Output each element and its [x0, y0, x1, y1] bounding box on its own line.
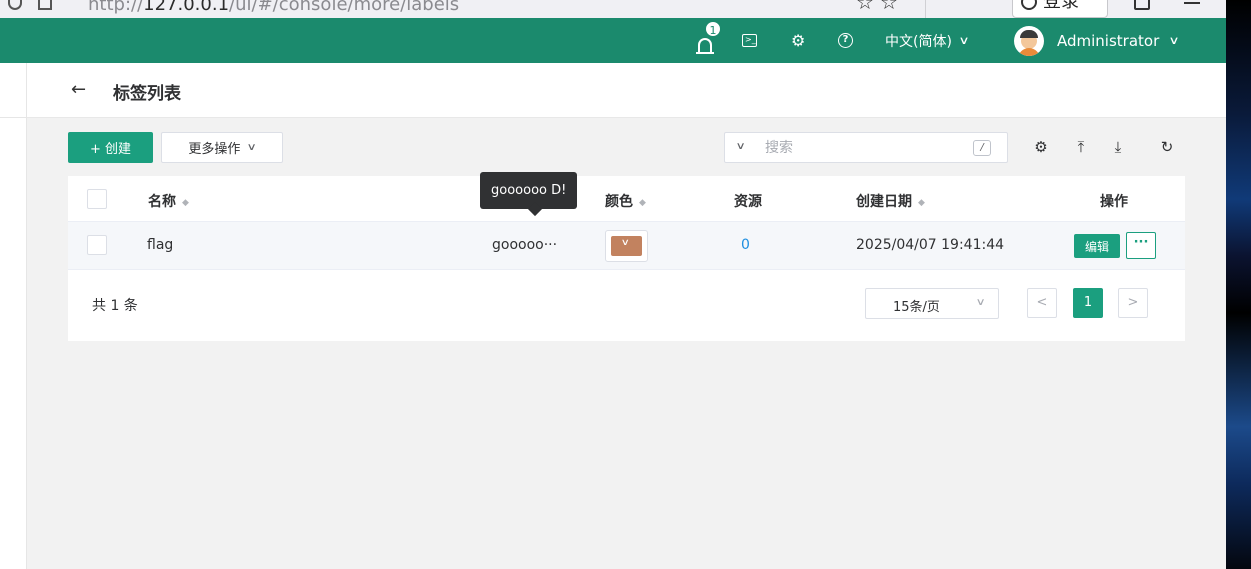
url-path: /ui/#/console/more/labels: [229, 0, 460, 15]
search-input[interactable]: [765, 137, 965, 159]
color-picker[interactable]: ∨: [605, 230, 648, 262]
avatar: [1014, 25, 1044, 56]
browser-login-button[interactable]: 登录: [1012, 0, 1108, 18]
username: Administrator: [1057, 31, 1160, 50]
resource-count-link[interactable]: 0: [741, 237, 750, 253]
prev-page-button[interactable]: <: [1027, 288, 1057, 318]
table-header: 名称◆ 描 颜色◆ 资源 创建日期◆ 操作: [68, 176, 1185, 222]
next-page-button[interactable]: >: [1118, 288, 1148, 318]
label-name: flag: [147, 237, 174, 253]
create-label: + 创建: [89, 142, 132, 157]
sidebar: [0, 63, 27, 569]
row-checkbox[interactable]: [87, 235, 107, 255]
tooltip: goooooo D!: [480, 172, 578, 209]
address-bar-divider: [925, 0, 926, 18]
created-date: 2025/04/07 19:41:44: [856, 237, 1005, 253]
notification-button[interactable]: 1: [696, 18, 722, 63]
bookmark-star-icon[interactable]: ☆: [856, 0, 874, 14]
more-actions-label: 更多操作: [188, 142, 241, 157]
labels-table: 名称◆ 描 颜色◆ 资源 创建日期◆ 操作 flag gooooo··· ∨ 0…: [68, 176, 1185, 341]
table-row[interactable]: flag gooooo··· ∨ 0 2025/04/07 19:41:44 编…: [68, 222, 1185, 270]
page-info-icon[interactable]: [38, 0, 52, 10]
column-header-resources: 资源: [734, 194, 762, 210]
gear-icon: ⚙: [791, 31, 806, 50]
column-settings-icon[interactable]: ⚙: [1031, 138, 1051, 156]
chevron-down-icon: ∨: [620, 238, 630, 248]
page-number-button[interactable]: 1: [1073, 288, 1103, 318]
download-icon[interactable]: ⤓: [1108, 138, 1128, 156]
account-icon: [1021, 0, 1037, 10]
page-title: 标签列表: [113, 84, 181, 104]
app-header: 1 >_ ⚙ ? 中文(简体) ∨ Administrator ∨: [0, 18, 1226, 63]
chevron-down-icon: ∨: [975, 297, 986, 308]
menu-icon[interactable]: [1184, 2, 1200, 4]
address-bar[interactable]: http://127.0.0.1/ui/#/console/more/label…: [88, 0, 459, 15]
help-button[interactable]: ?: [838, 18, 853, 63]
column-header-created[interactable]: 创建日期 ◆: [856, 191, 925, 211]
upload-icon[interactable]: ⤒: [1071, 138, 1091, 156]
url-prefix: http://: [88, 0, 144, 15]
page-size-label: 15条/页: [893, 300, 940, 315]
more-options-button[interactable]: ···: [1126, 232, 1156, 259]
total-count: 共 1 条: [92, 298, 138, 314]
shield-icon[interactable]: [8, 0, 22, 10]
create-button[interactable]: + 创建: [68, 132, 153, 163]
browser-toolbar: http://127.0.0.1/ui/#/console/more/label…: [0, 0, 1226, 18]
refresh-icon[interactable]: ↻: [1157, 138, 1177, 156]
terminal-button[interactable]: >_: [742, 18, 757, 63]
select-all-checkbox[interactable]: [87, 189, 107, 209]
url-host: 127.0.0.1: [143, 0, 230, 15]
user-menu[interactable]: Administrator ∨: [1014, 18, 1180, 63]
column-header-color[interactable]: 颜色 ◆: [605, 191, 646, 211]
page-size-select[interactable]: 15条/页 ∨: [865, 288, 999, 319]
more-actions-button[interactable]: 更多操作 ∨: [161, 132, 283, 163]
search-box[interactable]: ∨ /: [724, 132, 1008, 163]
edit-button[interactable]: 编辑: [1074, 234, 1120, 258]
column-header-actions: 操作: [1100, 194, 1128, 210]
help-icon: ?: [838, 33, 853, 48]
chevron-down-icon: ∨: [958, 34, 970, 47]
notification-badge: 1: [704, 20, 722, 38]
settings-button[interactable]: ⚙: [791, 18, 805, 63]
extensions-icon[interactable]: [1134, 0, 1150, 10]
language-label: 中文(简体): [885, 33, 952, 50]
bell-icon: [696, 37, 714, 54]
column-header-name[interactable]: 名称 ◆: [148, 191, 189, 211]
page-header: ← 标签列表: [27, 63, 1226, 118]
search-shortcut: /: [973, 140, 991, 156]
chevron-down-icon: ∨: [1168, 34, 1180, 47]
bookmarks-icon[interactable]: ☆: [880, 0, 898, 14]
desktop-background: [1226, 0, 1251, 569]
label-description: gooooo···: [492, 237, 558, 253]
browser-login-label: 登录: [1043, 0, 1079, 12]
language-selector[interactable]: 中文(简体) ∨: [885, 18, 970, 63]
chevron-down-icon[interactable]: ∨: [736, 141, 746, 152]
arrow-left-icon[interactable]: ←: [71, 79, 86, 100]
chevron-down-icon: ∨: [246, 142, 258, 153]
terminal-icon: >_: [742, 34, 757, 47]
